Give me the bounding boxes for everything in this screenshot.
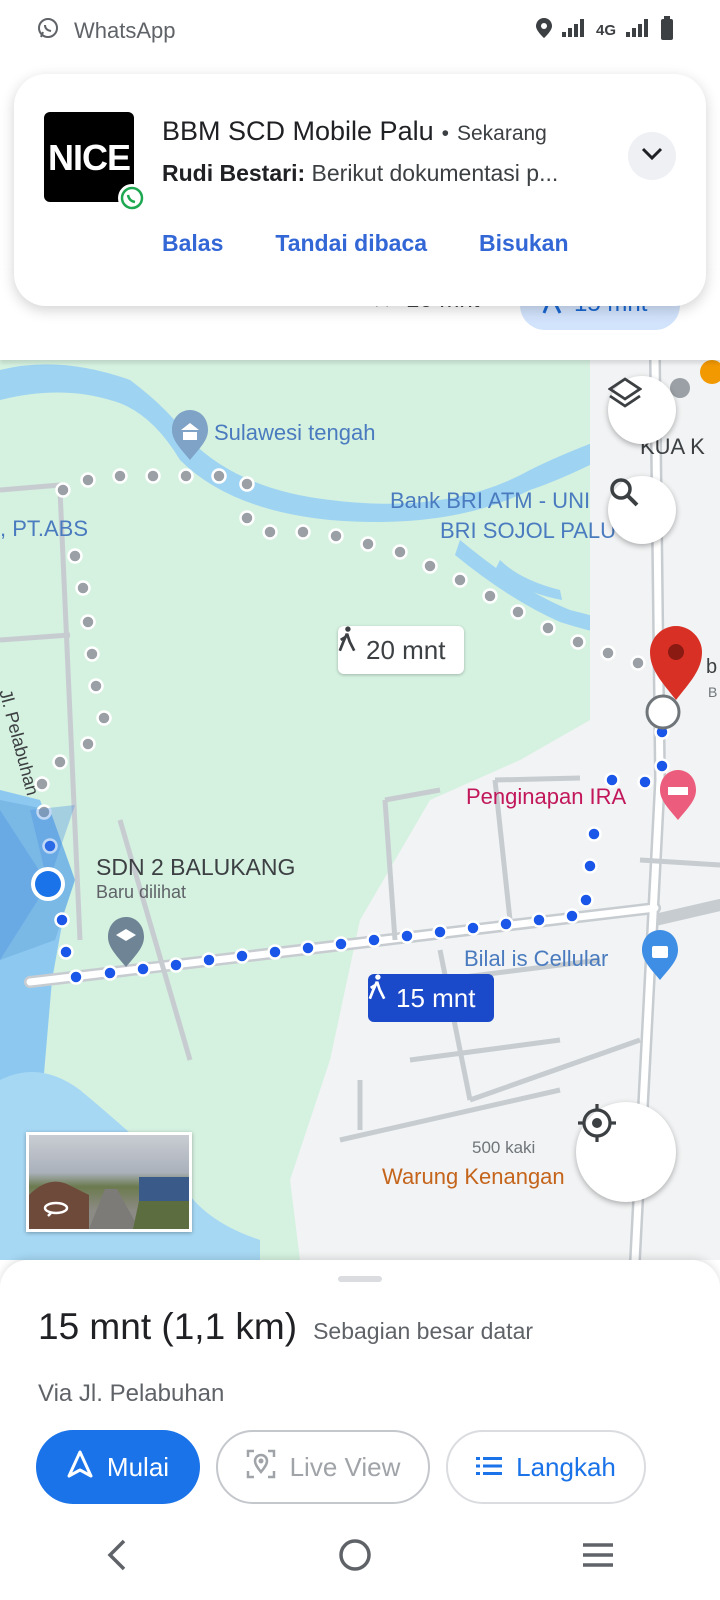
start-button[interactable]: Mulai (36, 1430, 200, 1504)
label-sdn-2-balukang: SDN 2 BALUKANG (96, 854, 296, 880)
route-via: Via Jl. Pelabuhan (38, 1380, 225, 1407)
whatsapp-icon (36, 16, 60, 46)
steps-button[interactable]: Langkah (446, 1430, 646, 1504)
label-destination-cutoff: b (706, 656, 718, 678)
map-view[interactable]: Sulawesi tengah Bank BRI ATM - UNI BRI S… (0, 360, 720, 1260)
label-destination-cutoff-2: B (708, 684, 718, 700)
location-icon (535, 18, 552, 42)
my-location-button[interactable] (576, 1102, 676, 1202)
notification-title: BBM SCD Mobile Palu (162, 116, 434, 146)
notification-message: Berikut dokumentasi p... (311, 160, 559, 186)
mute-button[interactable]: Bisukan (479, 230, 568, 257)
label-warung-kenangan: Warung Kenangan (382, 1164, 565, 1189)
reply-button[interactable]: Balas (162, 230, 223, 257)
battery-icon (660, 16, 674, 44)
label-penginapan-ira: Penginapan IRA (466, 784, 627, 809)
label-bri-sojol: BRI SOJOL PALU (440, 518, 617, 543)
notification-sender: Rudi Bestari: (162, 160, 306, 186)
search-along-route-button[interactable] (608, 476, 676, 544)
street-view-thumbnail[interactable] (26, 1132, 192, 1232)
mark-read-button[interactable]: Tandai dibaca (275, 230, 427, 257)
label-recently-viewed: Baru dilihat (96, 882, 187, 902)
label-sulawesi-tengah: Sulawesi tengah (214, 420, 376, 445)
label-bank-bri: Bank BRI ATM - UNI (390, 488, 591, 513)
label-cellular: Bilal is Cellular (464, 946, 609, 971)
whatsapp-badge-icon (118, 184, 146, 212)
signal-icon (561, 19, 586, 41)
status-app-name: WhatsApp (74, 18, 176, 43)
sheet-drag-handle[interactable] (338, 1276, 382, 1282)
chevron-down-icon (640, 146, 664, 167)
label-pt-abs: , PT.ABS (0, 516, 89, 541)
whatsapp-notification[interactable]: NICE BBM SCD Mobile Palu • Sekarang Rudi… (14, 74, 706, 306)
expand-button[interactable] (628, 132, 676, 180)
back-icon[interactable] (105, 1538, 129, 1577)
layers-button[interactable] (608, 376, 676, 444)
list-icon (476, 1452, 503, 1483)
system-navigation-bar (0, 1514, 720, 1600)
network-type: 4G (595, 21, 616, 39)
notification-body: Rudi Bestari: Berikut dokumentasi p... (162, 160, 592, 187)
notification-separator: • (441, 122, 449, 145)
status-bar: WhatsApp 4G (0, 0, 720, 62)
notification-time: Sekarang (456, 122, 547, 145)
route-terrain: Sebagian besar datar (313, 1318, 534, 1344)
eta-alt-route-chip[interactable]: 20 mnt (338, 626, 464, 674)
recents-icon[interactable] (581, 1542, 615, 1573)
home-icon[interactable] (338, 1538, 372, 1577)
eta-main-route-chip[interactable]: 15 mnt (368, 974, 494, 1022)
route-bottom-sheet[interactable]: 15 mnt (1,1 km) Sebagian besar datar Via… (0, 1260, 720, 1600)
navigation-arrow-icon (67, 1450, 93, 1485)
signal-icon-2 (626, 19, 650, 41)
map-scale-label: 500 kaki (472, 1138, 536, 1157)
live-view-icon (246, 1449, 276, 1486)
live-view-button[interactable]: Live View (216, 1430, 430, 1504)
route-duration: 15 mnt (1,1 km) (38, 1306, 298, 1347)
